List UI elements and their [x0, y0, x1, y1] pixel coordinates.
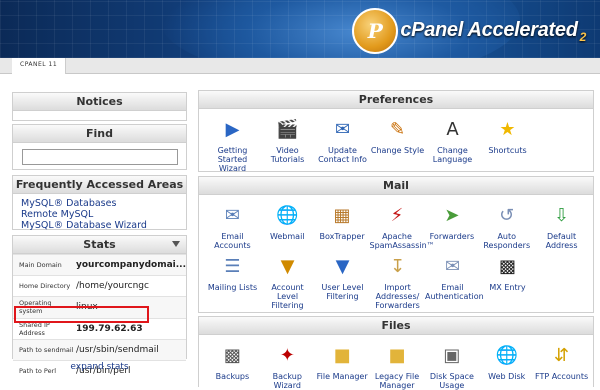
- disk-usage-icon: ▣: [443, 344, 461, 366]
- preferences-title: Preferences: [199, 91, 593, 109]
- user-level-filtering-link[interactable]: ▼ User Level Filtering: [315, 252, 370, 310]
- web-disk-icon: 🌐: [495, 344, 518, 366]
- spamassassin-link[interactable]: ⚡ Apache SpamAssassin™: [369, 201, 434, 250]
- backup-wizard-icon: ✦: [279, 344, 295, 366]
- faa-link-mysql-databases[interactable]: MySQL® Databases: [21, 198, 178, 209]
- backup-icon: ▩: [223, 344, 241, 366]
- tab-cpanel-11[interactable]: CPANEL 11: [12, 58, 67, 74]
- table-row: Home Directory/home/yourcngc: [13, 275, 186, 297]
- notices-title: Notices: [13, 93, 186, 111]
- web-disk-link[interactable]: 🌐 Web Disk: [479, 341, 534, 390]
- import-icon: ↧: [389, 255, 406, 277]
- files-panel: Files ▩ Backups ✦ Backup Wizard ■ File Mana…: [198, 316, 594, 390]
- preferences-panel: Preferences ▶ Getting Started Wizard 🎬 Vid…: [198, 90, 594, 173]
- box-trap-icon: ▦: [333, 204, 351, 226]
- email-authentication-link[interactable]: ✉ Email Authentication: [425, 252, 484, 310]
- legacy-folder-icon: ■: [388, 344, 406, 366]
- email-accounts-link[interactable]: ✉ Email Accounts: [205, 201, 260, 250]
- language-icon: A: [446, 118, 459, 140]
- folder-icon: ■: [333, 344, 351, 366]
- faa-link-remote-mysql[interactable]: Remote MySQL: [21, 209, 178, 220]
- header-banner: P cPanel Accelerated 2: [0, 0, 600, 58]
- legacy-file-manager-link[interactable]: ■ Legacy File Manager: [370, 341, 425, 390]
- default-address-icon: ⇩: [554, 204, 570, 226]
- faa-panel: Frequently Accessed Areas MySQL® Databas…: [12, 175, 187, 231]
- ftp-icon: ⇵: [554, 344, 570, 366]
- email-auth-icon: ✉: [444, 255, 461, 277]
- cpanel-logo[interactable]: P cPanel Accelerated 2: [352, 8, 586, 54]
- change-language-link[interactable]: A Change Language: [425, 115, 480, 173]
- boxtrapper-link[interactable]: ▦ BoxTrapper: [315, 201, 370, 250]
- forward-mail-icon: ➤: [444, 204, 460, 226]
- top-subbar: CPANEL 11: [0, 58, 600, 74]
- disk-space-usage-link[interactable]: ▣ Disk Space Usage: [424, 341, 479, 390]
- spamassassin-icon: ⚡: [390, 204, 404, 226]
- webmail-link[interactable]: 🌐 Webmail: [260, 201, 315, 250]
- auto-responders-link[interactable]: ↺ Auto Responders: [479, 201, 534, 250]
- files-title: Files: [199, 317, 593, 335]
- stats-panel: Stats Main Domain yourcompanydomai... Hom…: [12, 235, 187, 382]
- mail-panel: Mail ✉ Email Accounts 🌐 Webmail ▦ BoxTrappe…: [198, 176, 594, 313]
- filter-icon: ▼: [280, 255, 295, 277]
- table-row: Path to sendmail/usr/sbin/sendmail: [13, 338, 186, 361]
- backup-wizard-link[interactable]: ✦ Backup Wizard: [260, 341, 315, 390]
- autoresponder-icon: ↺: [499, 204, 515, 226]
- paint-brush-icon: ✎: [389, 118, 406, 140]
- mail-title: Mail: [199, 177, 593, 195]
- film-clapper-icon: 🎬: [276, 118, 299, 140]
- collapse-arrow-icon[interactable]: [172, 241, 180, 247]
- envelope-icon: ✉: [224, 204, 240, 226]
- change-style-link[interactable]: ✎ Change Style: [370, 115, 425, 173]
- backups-link[interactable]: ▩ Backups: [205, 341, 260, 390]
- mx-entry-icon: ▩: [498, 255, 516, 277]
- expand-stats-link[interactable]: expand stats: [12, 362, 187, 372]
- ftp-accounts-link[interactable]: ⇵ FTP Accounts: [534, 341, 589, 390]
- globe-mail-icon: 🌐: [276, 204, 299, 226]
- find-title: Find: [13, 125, 186, 143]
- mx-entry-link[interactable]: ▩ MX Entry: [480, 252, 535, 310]
- notices-panel: Notices: [12, 92, 187, 121]
- account-level-filtering-link[interactable]: ▼ Account Level Filtering: [260, 252, 315, 310]
- table-row: Main Domain yourcompanydomai...: [13, 253, 186, 276]
- default-address-link[interactable]: ⇩ Default Address: [534, 201, 589, 250]
- file-manager-link[interactable]: ■ File Manager: [315, 341, 370, 390]
- user-filter-icon: ▼: [335, 255, 350, 277]
- import-addresses-link[interactable]: ↧ Import Addresses/ Forwarders: [370, 252, 425, 310]
- find-input[interactable]: [21, 149, 178, 165]
- brand-version: 2: [579, 29, 587, 44]
- update-contact-info-link[interactable]: ✉ Update Contact Info: [315, 115, 370, 173]
- forwarders-link[interactable]: ➤ Forwarders: [424, 201, 479, 250]
- play-circle-icon: ▶: [225, 118, 240, 140]
- getting-started-wizard-link[interactable]: ▶ Getting Started Wizard: [205, 115, 260, 173]
- shared-ip-highlight: [14, 306, 149, 323]
- find-panel: Find: [12, 124, 187, 170]
- star-icon: ★: [499, 118, 516, 140]
- cpanel-logo-icon: P: [352, 8, 399, 54]
- contact-card-icon: ✉: [334, 118, 351, 140]
- brand-name: cPanel Accelerated: [400, 18, 578, 41]
- faa-link-mysql-wizard[interactable]: MySQL® Database Wizard: [21, 220, 178, 231]
- faa-title: Frequently Accessed Areas: [13, 176, 186, 194]
- video-tutorials-link[interactable]: 🎬 Video Tutorials: [260, 115, 315, 173]
- mailing-list-icon: ☰: [224, 255, 241, 277]
- stats-title: Stats: [13, 236, 186, 254]
- shortcuts-link[interactable]: ★ Shortcuts: [480, 115, 535, 173]
- mailing-lists-link[interactable]: ☰ Mailing Lists: [205, 252, 260, 310]
